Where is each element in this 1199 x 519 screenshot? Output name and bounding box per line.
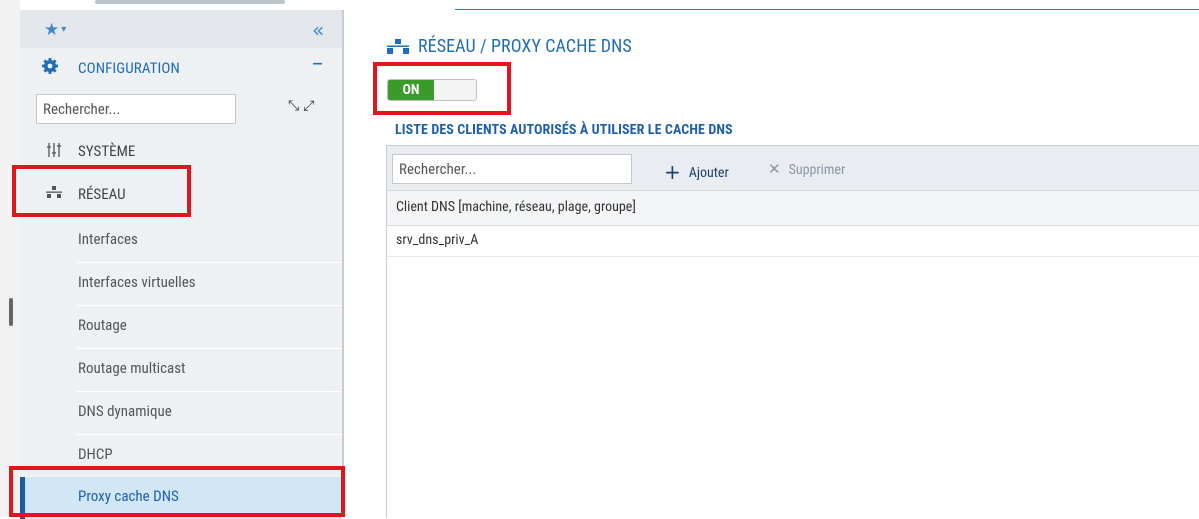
sidebar-header: ★ ▾ « [20, 10, 342, 48]
sidebar-item-label: DHCP [78, 445, 113, 463]
table-row[interactable]: srv_dns_priv_A [387, 226, 1199, 257]
left-edge-panel [0, 0, 20, 517]
table-toolbar: + Ajouter ✕ Supprimer [387, 146, 1199, 190]
section-title: LISTE DES CLIENTS AUTORISÉS À UTILISER L… [395, 122, 733, 138]
table-column-header[interactable]: Client DNS [machine, réseau, plage, grou… [387, 190, 1199, 226]
sidebar-item-label: SYSTÈME [78, 142, 136, 160]
sidebar: ★▾ « CONFIGURATION – ⤡⤢ [20, 10, 344, 519]
gear-icon [42, 58, 58, 74]
cropped-header-line [455, 9, 1199, 10]
table-cell: srv_dns_priv_A [396, 232, 479, 248]
sidebar-item-interfaces[interactable]: Interfaces [20, 220, 342, 262]
sidebar-item-label: Interfaces [78, 230, 138, 248]
sidebar-item-label: DNS dynamique [78, 402, 172, 420]
page-title: RÉSEAU / PROXY CACHE DNS [418, 36, 632, 57]
sidebar-item-routage-multicast[interactable]: Routage multicast [20, 349, 342, 391]
dns-proxy-toggle[interactable]: ON [387, 79, 477, 101]
highlight-box-reseau [12, 165, 191, 217]
highlight-box-proxy-cache-dns [9, 466, 345, 517]
add-button-label: Ajouter [688, 165, 729, 181]
clients-table: + Ajouter ✕ Supprimer Client DNS [machine,… [386, 145, 1199, 518]
column-header-label: Client DNS [machine, réseau, plage, grou… [396, 199, 636, 215]
configuration-header[interactable]: CONFIGURATION – [20, 51, 342, 84]
delete-button-label: Supprimer [788, 162, 846, 178]
sidebar-item-interfaces-virtuelles[interactable]: Interfaces virtuelles [20, 263, 342, 305]
delete-button[interactable]: ✕ Supprimer [768, 160, 845, 178]
plus-icon: + [664, 160, 681, 184]
table-search-input[interactable] [392, 154, 632, 184]
panel-resize-handle[interactable] [9, 298, 13, 326]
toggle-on-label: ON [388, 80, 434, 100]
sidebar-item-label: Routage [78, 316, 127, 334]
sidebar-search-input[interactable] [36, 94, 236, 124]
caret-down-icon: ▾ [61, 24, 67, 35]
cropped-header-fragment [95, 0, 285, 4]
collapse-expand-all-icons[interactable]: ⤡⤢ [288, 98, 318, 114]
network-icon [387, 39, 409, 54]
sidebar-item-routage[interactable]: Routage [20, 306, 342, 348]
close-icon: ✕ [768, 160, 781, 178]
add-button[interactable]: + Ajouter [664, 160, 729, 184]
configuration-label: CONFIGURATION [78, 59, 180, 77]
collapse-section-icon[interactable]: – [312, 51, 323, 76]
favorites-menu-button[interactable]: ★ ▾ [44, 20, 66, 40]
sliders-icon [47, 143, 61, 157]
sidebar-item-label: Routage multicast [78, 359, 186, 377]
sidebar-item-dns-dynamique[interactable]: DNS dynamique [20, 392, 342, 434]
sidebar-item-label: Interfaces virtuelles [78, 273, 196, 291]
toggle-knob [434, 80, 476, 100]
collapse-sidebar-icon[interactable]: « [312, 18, 324, 42]
